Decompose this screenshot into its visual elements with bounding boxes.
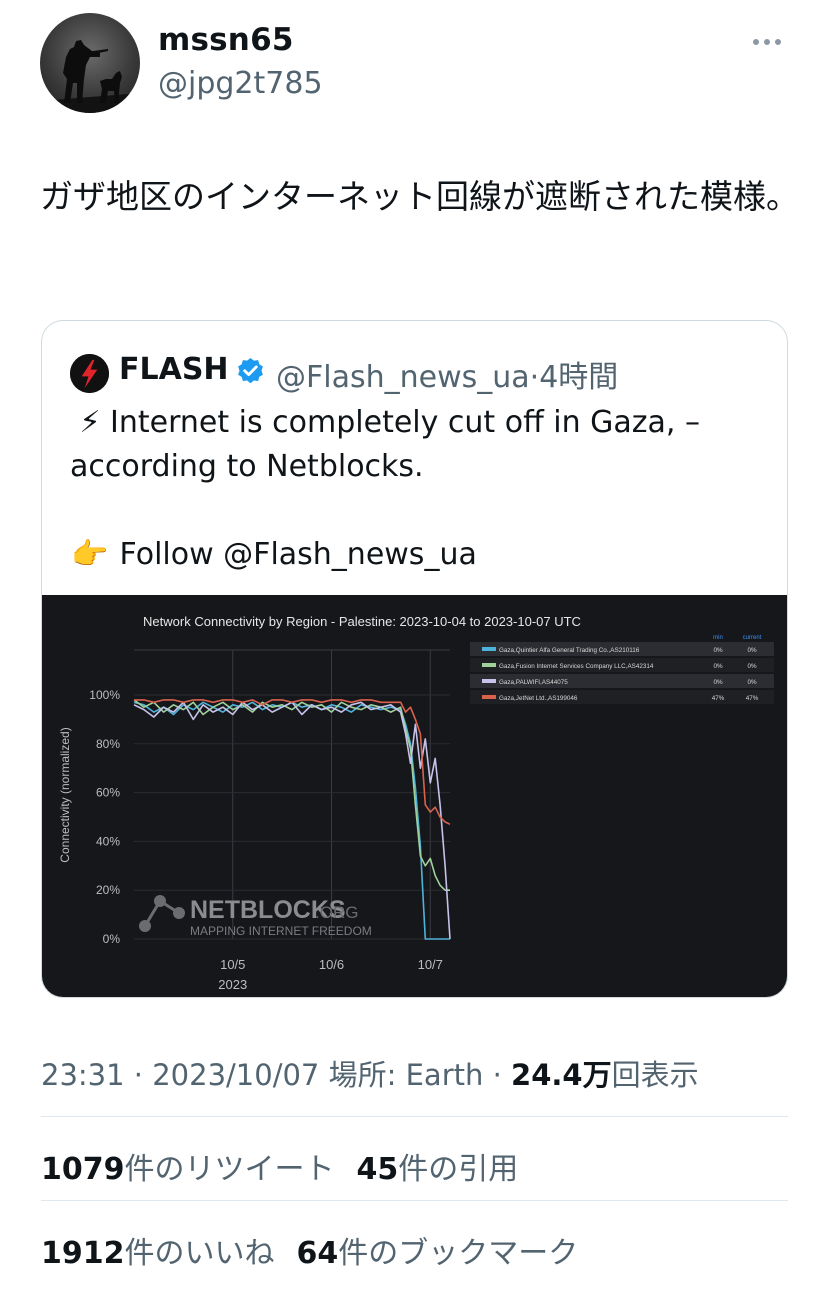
y-tick-label: 80% [96, 737, 120, 751]
y-tick-label: 60% [96, 786, 120, 800]
legend-header-min: min [713, 635, 723, 641]
author-display-name[interactable]: mssn65 [158, 22, 294, 58]
watermark-link [143, 900, 162, 927]
divider [41, 1116, 788, 1117]
views-label: 回表示 [611, 1058, 699, 1092]
legend-series-name: Gaza,JetNet Ltd.,AS199046 [499, 695, 578, 702]
legend-min-value: 0% [713, 663, 723, 670]
quoted-handle[interactable]: @Flash_news_ua [276, 360, 530, 395]
legend-current-value: 47% [746, 695, 759, 702]
legend-min-value: 0% [713, 647, 723, 654]
legend-min-value: 47% [712, 695, 725, 702]
quoted-tweet-card[interactable]: FLASH @Flash_news_ua·4時間 ⚡ Internet is co… [41, 320, 788, 998]
quotes-count[interactable]: 45 [357, 1152, 399, 1187]
tweet-time[interactable]: 23:31 [41, 1058, 125, 1092]
chart-image[interactable]: Network Connectivity by Region - Palesti… [42, 595, 787, 997]
verified-icon [238, 357, 263, 384]
follow-text: Follow @Flash_news_ua [119, 537, 477, 572]
bookmarks-label[interactable]: 件のブックマーク [338, 1236, 578, 1271]
meta-sep-2: · [492, 1058, 512, 1092]
legend-swatch [482, 663, 496, 667]
legend-series-name: Gaza,Quintier Alfa General Trading Co.,A… [499, 647, 640, 654]
y-tick-label: 40% [96, 834, 120, 848]
quoted-follow-line: 👉 Follow @Flash_news_ua [70, 533, 477, 577]
legend-header-current: current [743, 635, 762, 641]
quoted-text: ⚡ Internet is completely cut off in Gaza,… [70, 401, 770, 489]
views-count: 24.4万 [511, 1058, 612, 1092]
author-avatar[interactable] [40, 13, 140, 113]
lightning-icon [70, 354, 109, 393]
y-axis-label: Connectivity (normalized) [58, 727, 72, 862]
connectivity-chart: Network Connectivity by Region - Palesti… [58, 614, 774, 992]
legend-current-value: 0% [747, 679, 757, 686]
separator-dot: · [529, 360, 540, 395]
chart-title: Network Connectivity by Region - Palesti… [143, 614, 581, 629]
author-handle[interactable]: @jpg2t785 [158, 66, 323, 101]
divider [41, 1200, 788, 1201]
tweet-text: ガザ地区のインターネット回線が遮断された模様。 [40, 177, 799, 216]
quotes-label[interactable]: 件の引用 [398, 1152, 518, 1187]
legend-swatch [482, 679, 496, 683]
legend-series-name: Gaza,Fusion Internet Services Company LL… [499, 663, 654, 670]
watermark-tagline: MAPPING INTERNET FREEDOM [190, 924, 372, 938]
legend-current-value: 0% [747, 647, 757, 654]
quoted-handle-and-time[interactable]: @Flash_news_ua·4時間 [276, 352, 618, 396]
bookmarks-count[interactable]: 64 [297, 1236, 339, 1271]
legend-swatch [482, 647, 496, 651]
tweet-date[interactable]: 2023/10/07 [152, 1058, 319, 1092]
y-tick-label: 20% [96, 883, 120, 897]
legend-min-value: 0% [713, 679, 723, 686]
y-tick-label: 100% [89, 688, 120, 702]
retweets-label[interactable]: 件のリツイート [125, 1152, 335, 1187]
quoted-time: 4時間 [539, 360, 619, 395]
meta-sep-1: · [133, 1058, 153, 1092]
y-tick-label: 0% [103, 932, 121, 946]
tweet-meta: 23:31 · 2023/10/07 場所: Earth · 24.4万回表示 [41, 1052, 699, 1094]
quoted-text-line: Internet is completely cut off in Gaza, … [70, 405, 700, 484]
more-icon[interactable] [753, 34, 787, 50]
likes-count[interactable]: 1912 [41, 1236, 125, 1271]
retweets-count[interactable]: 1079 [41, 1152, 125, 1187]
stats-row-likes: 1912件のいいね 64件のブックマーク [41, 1228, 578, 1272]
x-tick-label: 10/6 [319, 957, 344, 972]
quoted-avatar[interactable] [70, 354, 109, 393]
watermark-link [159, 899, 180, 915]
legend-current-value: 0% [747, 663, 757, 670]
watermark-brand-suffix: .ORG [315, 903, 358, 922]
x-year-label: 2023 [218, 977, 247, 992]
series-line-2 [133, 699, 450, 891]
pointing-hand-emoji: 👉 [71, 537, 109, 572]
lightning-emoji: ⚡ [79, 405, 101, 440]
x-tick-label: 10/5 [220, 957, 245, 972]
stats-row-retweets: 1079件のリツイート 45件の引用 [41, 1144, 518, 1188]
legend-swatch [482, 695, 496, 699]
x-tick-label: 10/7 [418, 957, 443, 972]
tweet-place: 場所: Earth [328, 1058, 484, 1092]
legend-series-name: Gaza,PALWIFI,AS44075 [499, 679, 568, 686]
quoted-display-name[interactable]: FLASH [119, 352, 229, 387]
likes-label[interactable]: 件のいいね [125, 1236, 275, 1271]
